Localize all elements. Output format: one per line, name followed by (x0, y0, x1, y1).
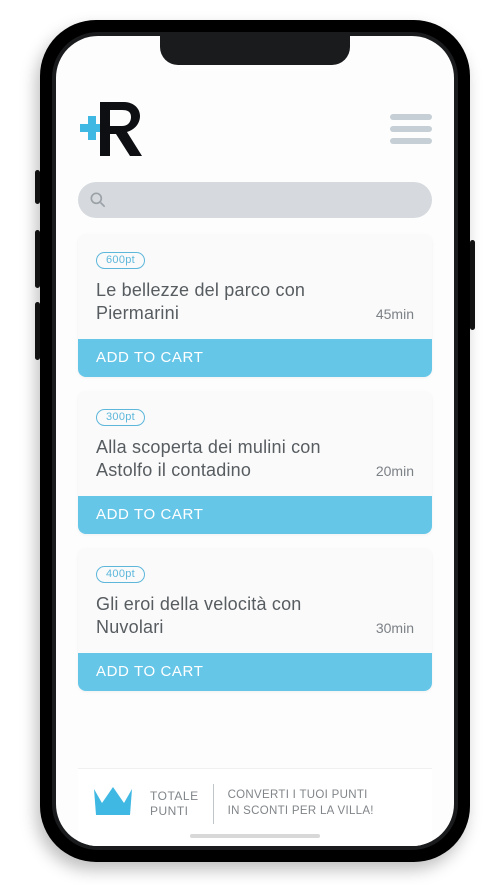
total-points-label: TOTALEPUNTI (150, 789, 199, 819)
item-title: Alla scoperta dei mulini con Astolfo il … (96, 436, 362, 482)
search-icon (88, 190, 108, 210)
volume-down (35, 302, 40, 360)
product-list: 600pt Le bellezze del parco con Piermari… (78, 234, 432, 691)
menu-icon[interactable] (390, 114, 432, 144)
search-bar[interactable] (78, 182, 432, 218)
item-title: Le bellezze del parco con Piermarini (96, 279, 362, 325)
home-indicator (190, 834, 320, 838)
volume-up (35, 230, 40, 288)
convert-points-cta[interactable]: CONVERTI I TUOI PUNTIIN SCONTI PER LA VI… (228, 788, 424, 819)
add-to-cart-button[interactable]: ADD TO CART (78, 653, 432, 691)
list-item[interactable]: 400pt Gli eroi della velocità con Nuvola… (78, 548, 432, 691)
item-duration: 45min (376, 306, 414, 325)
screen: 600pt Le bellezze del parco con Piermari… (56, 36, 454, 846)
search-input[interactable] (108, 182, 432, 218)
points-badge: 400pt (96, 566, 145, 583)
item-title: Gli eroi della velocità con Nuvolari (96, 593, 362, 639)
item-duration: 20min (376, 463, 414, 482)
add-to-cart-button[interactable]: ADD TO CART (78, 496, 432, 534)
crown-icon (90, 781, 136, 826)
points-badge: 300pt (96, 409, 145, 426)
device-frame: 600pt Le bellezze del parco con Piermari… (40, 20, 470, 862)
list-item[interactable]: 600pt Le bellezze del parco con Piermari… (78, 234, 432, 377)
side-button (470, 240, 475, 330)
app-logo (78, 98, 148, 160)
mute-switch (35, 170, 40, 204)
divider (213, 784, 214, 824)
points-badge: 600pt (96, 252, 145, 269)
item-duration: 30min (376, 620, 414, 639)
add-to-cart-button[interactable]: ADD TO CART (78, 339, 432, 377)
list-item[interactable]: 300pt Alla scoperta dei mulini con Astol… (78, 391, 432, 534)
notch (160, 36, 350, 65)
